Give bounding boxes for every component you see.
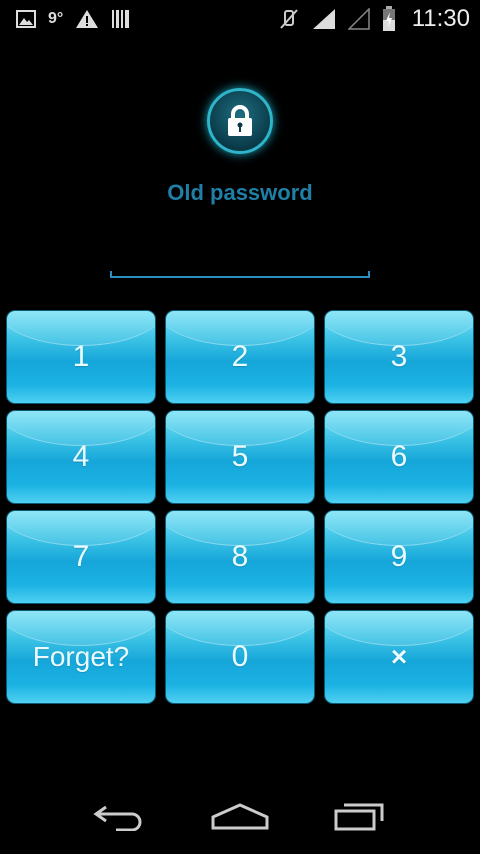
padlock-icon <box>207 88 273 154</box>
gallery-icon <box>16 10 36 28</box>
key-label: 7 <box>72 540 90 573</box>
clear-button[interactable]: × <box>324 610 474 704</box>
key-2[interactable]: 2 <box>165 310 315 404</box>
prompt-label: Old password <box>167 180 313 205</box>
forget-label: Forget? <box>32 641 130 672</box>
key-label: 2 <box>231 340 249 373</box>
back-icon <box>92 801 148 836</box>
key-label: 8 <box>231 540 249 573</box>
key-label: 6 <box>390 440 408 473</box>
password-input[interactable] <box>110 258 370 278</box>
key-label: 9 <box>390 540 408 573</box>
lock-screen: 9° 11:30 Old password 1 2 3 4 5 6 7 8 9 … <box>0 0 480 854</box>
back-button[interactable] <box>80 788 160 848</box>
recents-button[interactable] <box>320 788 400 848</box>
status-right: 11:30 <box>278 5 470 33</box>
signal-empty-icon <box>347 8 370 30</box>
key-7[interactable]: 7 <box>6 510 156 604</box>
key-9[interactable]: 9 <box>324 510 474 604</box>
key-8[interactable]: 8 <box>165 510 315 604</box>
forget-button[interactable]: Forget? <box>6 610 156 704</box>
key-0[interactable]: 0 <box>165 610 315 704</box>
recents-icon <box>332 801 388 836</box>
warning-icon <box>75 9 99 29</box>
navigation-bar <box>0 782 480 854</box>
signal-icon <box>312 8 336 30</box>
clear-icon: × <box>390 641 408 672</box>
key-label: 0 <box>231 640 249 673</box>
key-label: 3 <box>390 340 408 373</box>
home-icon <box>210 801 270 836</box>
battery-icon <box>382 6 396 32</box>
key-label: 1 <box>72 340 90 373</box>
key-6[interactable]: 6 <box>324 410 474 504</box>
key-5[interactable]: 5 <box>165 410 315 504</box>
keypad: 1 2 3 4 5 6 7 8 9 Forget? 0 × <box>6 310 474 704</box>
temperature-text: 9° <box>48 10 64 27</box>
barcode-icon <box>111 9 131 29</box>
key-1[interactable]: 1 <box>6 310 156 404</box>
status-bar: 9° 11:30 <box>0 0 480 38</box>
key-4[interactable]: 4 <box>6 410 156 504</box>
home-button[interactable] <box>200 788 280 848</box>
key-3[interactable]: 3 <box>324 310 474 404</box>
mute-icon <box>278 8 300 30</box>
key-label: 4 <box>72 440 90 473</box>
clock-text: 11:30 <box>411 5 470 32</box>
key-label: 5 <box>231 440 249 473</box>
status-left: 9° <box>16 9 131 29</box>
